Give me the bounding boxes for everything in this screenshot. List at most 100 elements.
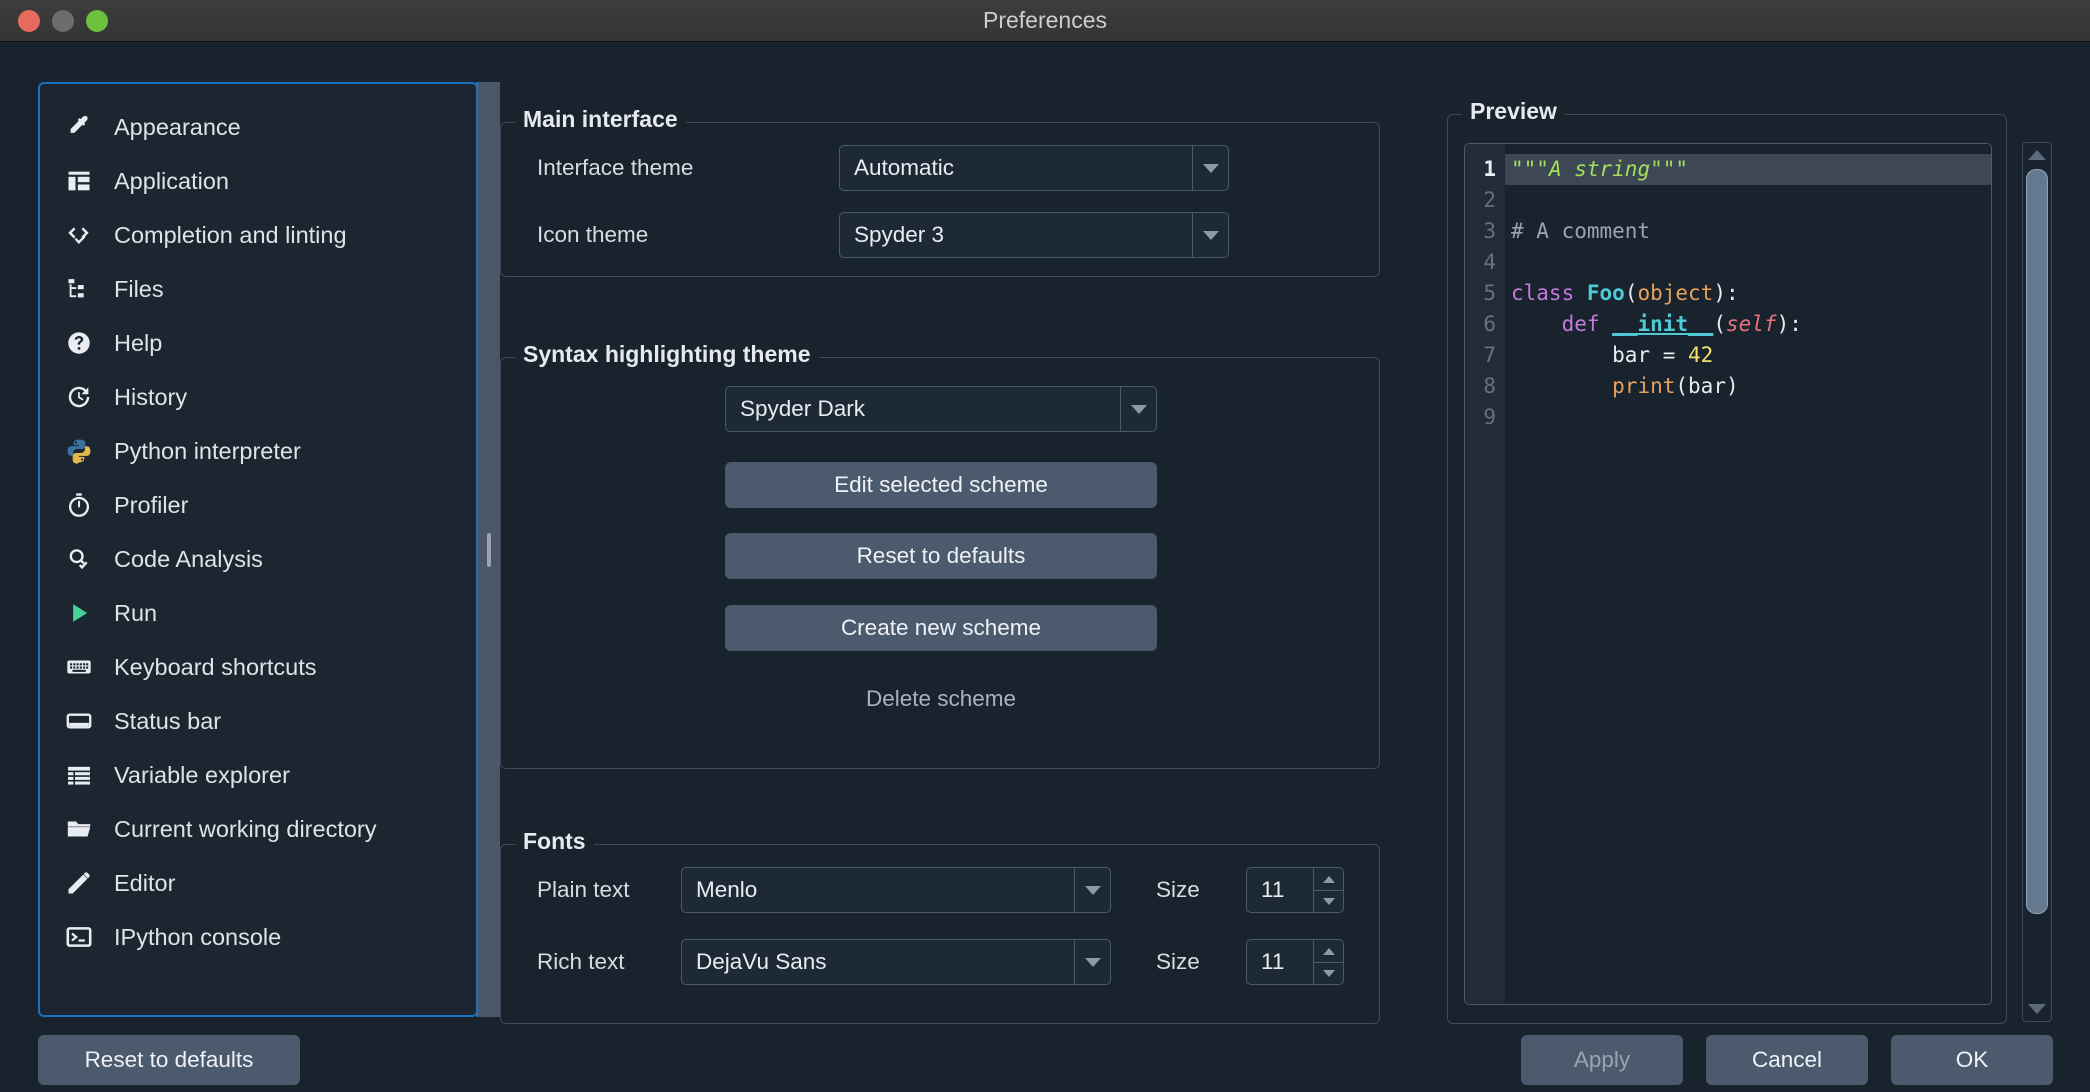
code-line: def __init__(self):: [1505, 309, 1991, 340]
sidebar-item-label: Code Analysis: [114, 546, 263, 573]
line-number: 8: [1465, 371, 1496, 402]
scroll-down-button[interactable]: [2023, 997, 2051, 1021]
sidebar-item-files[interactable]: Files: [40, 262, 476, 316]
sidebar-item-history[interactable]: History: [40, 370, 476, 424]
code-line: [1505, 402, 1991, 433]
scroll-up-button[interactable]: [2023, 143, 2051, 167]
rich-text-size-value: 11: [1247, 940, 1313, 984]
line-number: 1: [1465, 154, 1496, 185]
fonts-group: Fonts Plain text Menlo Size 11 Rich text…: [500, 844, 1380, 1024]
plain-size-decrement-button[interactable]: [1314, 890, 1343, 912]
preview-group: Preview 123456789 """A string""" # A com…: [1447, 114, 2007, 1024]
file-tree-icon: [64, 274, 94, 304]
maximize-window-button[interactable]: [86, 10, 108, 32]
apply-button[interactable]: Apply: [1521, 1035, 1683, 1085]
scroll-up-arrow-icon: [2028, 150, 2046, 160]
plain-text-size-steppers[interactable]: [1313, 868, 1343, 912]
delete-scheme-button[interactable]: Delete scheme: [725, 676, 1157, 722]
icon-theme-dropdown-arrow[interactable]: [1192, 213, 1228, 257]
sidebar-item-keyboard-shortcuts[interactable]: Keyboard shortcuts: [40, 640, 476, 694]
rich-size-increment-button[interactable]: [1314, 940, 1343, 962]
sidebar-item-label: Current working directory: [114, 816, 377, 843]
syntax-scheme-dropdown-arrow[interactable]: [1120, 387, 1156, 431]
create-new-scheme-button[interactable]: Create new scheme: [725, 605, 1157, 651]
ok-button[interactable]: OK: [1891, 1035, 2053, 1085]
syntax-theme-title: Syntax highlighting theme: [515, 341, 819, 368]
dialog-footer: Reset to defaults Apply Cancel OK: [0, 1027, 2090, 1092]
edit-selected-scheme-button[interactable]: Edit selected scheme: [725, 462, 1157, 508]
sidebar-item-profiler[interactable]: Profiler: [40, 478, 476, 532]
table-grid-icon: [64, 760, 94, 790]
line-number: 5: [1465, 278, 1496, 309]
sidebar-item-current-working-directory[interactable]: Current working directory: [40, 802, 476, 856]
rich-text-size-spinbox[interactable]: 11: [1246, 939, 1344, 985]
reset-scheme-to-defaults-button[interactable]: Reset to defaults: [725, 533, 1157, 579]
window-title: Preferences: [0, 7, 2090, 34]
interface-theme-combobox[interactable]: Automatic: [839, 145, 1229, 191]
interface-theme-dropdown-arrow[interactable]: [1192, 146, 1228, 190]
pane-splitter-handle[interactable]: [478, 82, 500, 1017]
syntax-scheme-combobox[interactable]: Spyder Dark: [725, 386, 1157, 432]
rich-text-size-label: Size: [1156, 949, 1200, 975]
rich-text-size-steppers[interactable]: [1313, 940, 1343, 984]
window-titlebar: Preferences: [0, 0, 2090, 42]
sidebar-item-python-interpreter[interactable]: Python interpreter: [40, 424, 476, 478]
sidebar-item-application[interactable]: Application: [40, 154, 476, 208]
rich-size-decrement-button[interactable]: [1314, 962, 1343, 984]
syntax-scheme-value: Spyder Dark: [726, 387, 1120, 431]
main-interface-group: Main interface Interface theme Automatic…: [500, 122, 1380, 277]
sidebar-item-label: Editor: [114, 870, 175, 897]
preferences-sidebar[interactable]: AppearanceApplicationCompletion and lint…: [38, 82, 478, 1017]
code-line: print(bar): [1505, 371, 1991, 402]
chevron-down-icon: [1203, 164, 1219, 173]
main-interface-title: Main interface: [515, 106, 686, 133]
sidebar-item-run[interactable]: Run: [40, 586, 476, 640]
code-content[interactable]: """A string""" # A comment class Foo(obj…: [1505, 144, 1991, 1004]
sidebar-item-code-analysis[interactable]: Code Analysis: [40, 532, 476, 586]
chevron-down-icon: [1131, 405, 1147, 414]
code-preview-editor[interactable]: 123456789 """A string""" # A comment cla…: [1464, 143, 1992, 1005]
scrollbar-track[interactable]: [2026, 167, 2048, 997]
interface-theme-value: Automatic: [840, 146, 1192, 190]
close-window-button[interactable]: [18, 10, 40, 32]
sidebar-item-ipython-console[interactable]: IPython console: [40, 910, 476, 964]
keyboard-icon: [64, 652, 94, 682]
sidebar-item-status-bar[interactable]: Status bar: [40, 694, 476, 748]
folder-open-icon: [64, 814, 94, 844]
chevron-up-icon: [1323, 876, 1335, 883]
rich-text-font-value: DejaVu Sans: [682, 940, 1074, 984]
magnifier-check-icon: [64, 544, 94, 574]
line-number: 2: [1465, 185, 1496, 216]
preview-title: Preview: [1462, 98, 1565, 125]
window-controls: [18, 0, 108, 42]
reset-to-defaults-button[interactable]: Reset to defaults: [38, 1035, 300, 1085]
settings-pane-scrollbar[interactable]: [2022, 142, 2052, 1022]
plain-text-font-dropdown-arrow[interactable]: [1074, 868, 1110, 912]
plain-text-label: Plain text: [537, 877, 630, 903]
python-logo-icon: [64, 436, 94, 466]
line-number: 9: [1465, 402, 1496, 433]
sidebar-item-appearance[interactable]: Appearance: [40, 100, 476, 154]
syntax-theme-group: Syntax highlighting theme Spyder Dark Ed…: [500, 357, 1380, 769]
plain-text-size-spinbox[interactable]: 11: [1246, 867, 1344, 913]
fonts-title: Fonts: [515, 828, 594, 855]
rich-text-font-dropdown-arrow[interactable]: [1074, 940, 1110, 984]
status-bar-icon: [64, 706, 94, 736]
minimize-window-button[interactable]: [52, 10, 74, 32]
scrollbar-thumb[interactable]: [2026, 169, 2048, 914]
sidebar-item-label: History: [114, 384, 187, 411]
chevron-up-icon: [1323, 948, 1335, 955]
sidebar-item-help[interactable]: Help: [40, 316, 476, 370]
plain-text-font-combobox[interactable]: Menlo: [681, 867, 1111, 913]
sidebar-item-label: Help: [114, 330, 162, 357]
sidebar-item-label: Variable explorer: [114, 762, 290, 789]
sidebar-item-variable-explorer[interactable]: Variable explorer: [40, 748, 476, 802]
sidebar-item-label: Status bar: [114, 708, 221, 735]
rich-text-font-combobox[interactable]: DejaVu Sans: [681, 939, 1111, 985]
code-check-icon: [64, 220, 94, 250]
plain-size-increment-button[interactable]: [1314, 868, 1343, 890]
sidebar-item-editor[interactable]: Editor: [40, 856, 476, 910]
cancel-button[interactable]: Cancel: [1706, 1035, 1868, 1085]
sidebar-item-completion-and-linting[interactable]: Completion and linting: [40, 208, 476, 262]
icon-theme-combobox[interactable]: Spyder 3: [839, 212, 1229, 258]
